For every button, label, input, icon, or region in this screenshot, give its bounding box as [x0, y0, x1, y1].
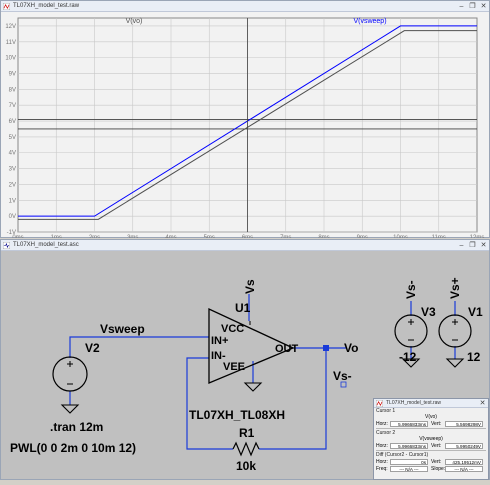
ground-icon: [243, 382, 263, 392]
y-tick-label: 6V: [9, 119, 16, 125]
net-label-vo[interactable]: Vo: [344, 341, 358, 355]
opamp-ref-label[interactable]: U1: [235, 301, 251, 315]
pin-out: OUT: [275, 343, 299, 355]
y-tick-label: 8V: [9, 87, 16, 93]
source-v1-value[interactable]: 12: [467, 350, 481, 364]
x-tick-label: 4ms: [165, 235, 176, 238]
trace-label-vsweep[interactable]: V(vsweep): [353, 18, 386, 25]
c2-horz-label: Horz:: [376, 442, 388, 449]
y-tick-label: 2V: [9, 182, 16, 188]
x-tick-label: 8ms: [318, 235, 329, 238]
c1-horz-value[interactable]: 5.9966833ms: [390, 420, 428, 427]
plot-area[interactable]: 0ms 1ms 2ms 3ms 4ms 5ms 6ms 7ms 8ms 9ms 10ms 11ms 12…: [1, 12, 489, 241]
slope-value[interactable]: --- N/A ---: [445, 465, 483, 472]
y-tick-label: 7V: [9, 103, 16, 109]
plot-window-titlebar[interactable]: TL07XH_model_test.raw – ❐ ✕: [1, 1, 489, 12]
y-tick-label: 3V: [9, 167, 16, 173]
x-tick-label: 10ms: [393, 235, 408, 238]
schematic-window-titlebar[interactable]: TL07XH_model_test.asc – ❐ ✕: [1, 240, 489, 251]
plot-window: TL07XH_model_test.raw – ❐ ✕ 0ms 1ms 2ms 3ms…: [0, 0, 490, 241]
cursor-window-titlebar[interactable]: TL07XH_model_test.raw ✕: [374, 399, 488, 408]
x-tick-label: 5ms: [204, 235, 215, 238]
trace-label-vo[interactable]: V(vo): [126, 18, 143, 25]
c2-vert-label: Vert:: [431, 442, 442, 449]
freq-na: N/A: [405, 466, 413, 472]
y-tick-label: 11V: [6, 40, 16, 46]
diff-horz-value[interactable]: 0s: [390, 458, 428, 465]
c1-vert-value[interactable]: 5.5698298V: [445, 420, 483, 427]
schematic-window-title: TL07XH_model_test.asc: [13, 242, 79, 248]
x-tick-label: 12ms: [470, 235, 485, 238]
freq-value[interactable]: --- N/A ---: [390, 465, 428, 472]
plot-window-title: TL07XH_model_test.raw: [13, 3, 80, 9]
cursor-window: TL07XH_model_test.raw ✕ Cursor 1 V(vo) H…: [373, 398, 489, 480]
slope-label: Slope:: [431, 465, 446, 472]
source-v3-ref[interactable]: V3: [421, 305, 436, 319]
y-tick-label: 9V: [9, 71, 16, 77]
pin-vee: VEE: [223, 361, 245, 373]
x-tick-label: 6ms: [242, 235, 253, 238]
y-tick-label: 4V: [9, 151, 16, 157]
source-v1-ref[interactable]: V1: [468, 305, 483, 319]
net-label-vs[interactable]: Vs: [243, 279, 257, 294]
x-tick-label: 7ms: [280, 235, 291, 238]
x-tick-label: 9ms: [357, 235, 368, 238]
tran-directive[interactable]: .tran 12m: [50, 420, 103, 434]
voltage-source-v2[interactable]: [52, 356, 88, 392]
y-tick-label: -1V: [7, 230, 16, 236]
x-tick-label: 2ms: [89, 235, 100, 238]
x-tick-label: 1ms: [51, 235, 62, 238]
wire-feedback-out[interactable]: [259, 347, 346, 450]
resistor-value[interactable]: 10k: [236, 459, 256, 473]
opamp-model[interactable]: TL07XH_TL08XH: [189, 408, 285, 422]
voltage-source-v3[interactable]: [394, 314, 428, 348]
diff-vert-label: Vert:: [431, 458, 442, 465]
waveform-plot[interactable]: 0ms 1ms 2ms 3ms 4ms 5ms 6ms 7ms 8ms 9ms 10ms 11ms 12…: [1, 12, 489, 241]
pwl-value[interactable]: PWL(0 0 2m 0 10m 12): [10, 441, 136, 455]
restore-icon[interactable]: ❐: [467, 240, 478, 250]
plot-ticks: 0ms 1ms 2ms 3ms 4ms 5ms 6ms 7ms 8ms 9ms 10ms 11ms 12…: [5, 24, 485, 241]
schematic-icon: [3, 241, 10, 249]
source-v3-value[interactable]: -12: [399, 350, 417, 364]
waveform-icon: [376, 399, 383, 407]
close-icon[interactable]: ✕: [477, 399, 488, 407]
pin-in-plus: IN+: [211, 335, 228, 347]
resistor-r1[interactable]: [232, 441, 260, 457]
minimize-icon[interactable]: –: [456, 1, 467, 11]
diff-vert-value[interactable]: 425.19512mV: [445, 458, 483, 465]
pin-vcc: VCC: [221, 323, 244, 335]
y-tick-label: 0V: [9, 214, 16, 220]
x-tick-label: 11ms: [432, 235, 446, 238]
waveform-icon: [3, 2, 10, 10]
junction-dot[interactable]: [323, 345, 329, 351]
net-label-vs-minus[interactable]: Vs-: [333, 369, 352, 383]
restore-icon[interactable]: ❐: [467, 1, 478, 11]
c1-horz-label: Horz:: [376, 420, 388, 427]
voltage-source-v1[interactable]: [438, 314, 472, 348]
y-tick-label: 10V: [5, 56, 16, 62]
y-tick-label: 5V: [9, 135, 16, 141]
freq-label: Freq:: [376, 465, 388, 472]
c2-horz-value[interactable]: 5.9966833ms: [390, 442, 428, 449]
diff-horz-label: Horz:: [376, 458, 388, 465]
y-tick-label: 12V: [5, 24, 16, 30]
c2-vert-value[interactable]: 5.9950249V: [445, 442, 483, 449]
net-label-v1[interactable]: Vs+: [448, 277, 462, 299]
close-icon[interactable]: ✕: [478, 1, 489, 11]
cursor-window-title: TL07XH_model_test.raw: [386, 400, 442, 406]
resistor-ref[interactable]: R1: [239, 426, 255, 440]
x-tick-label: 3ms: [127, 235, 138, 238]
close-icon[interactable]: ✕: [478, 240, 489, 250]
slope-na: N/A: [460, 466, 468, 472]
net-label-v3[interactable]: Vs-: [404, 280, 418, 299]
source-v2-ref[interactable]: V2: [85, 341, 100, 355]
ground-icon: [445, 358, 465, 368]
y-tick-label: 1V: [9, 198, 16, 204]
ground-icon: [60, 404, 80, 414]
c1-vert-label: Vert:: [431, 420, 442, 427]
net-label-vsweep[interactable]: Vsweep: [100, 322, 145, 336]
minimize-icon[interactable]: –: [456, 240, 467, 250]
